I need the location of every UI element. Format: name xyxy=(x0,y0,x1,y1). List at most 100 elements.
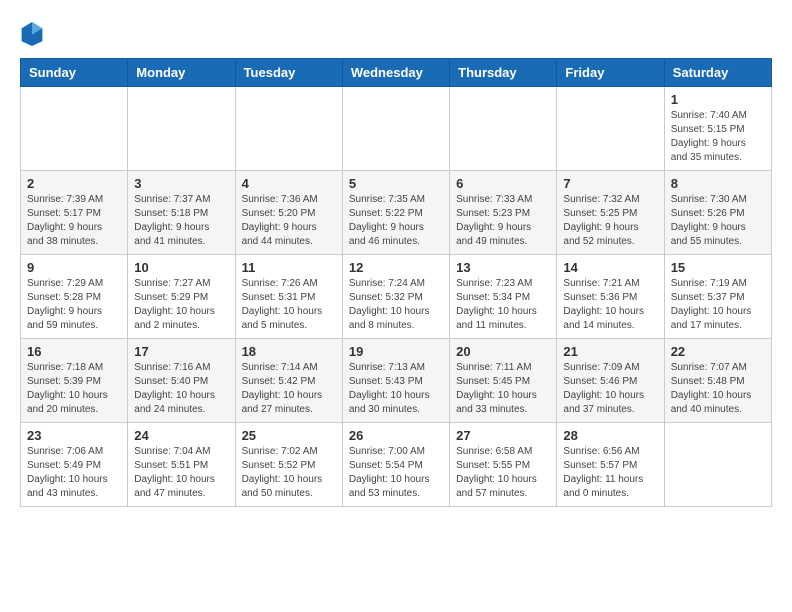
header-day-thursday: Thursday xyxy=(450,59,557,87)
day-info: Sunrise: 6:56 AM Sunset: 5:57 PM Dayligh… xyxy=(563,445,657,501)
day-info: Sunrise: 7:13 AM Sunset: 5:43 PM Dayligh… xyxy=(349,361,443,417)
day-cell: 22 Sunrise: 7:07 AM Sunset: 5:48 PM Dayli… xyxy=(664,339,771,423)
day-number: 3 xyxy=(134,176,228,191)
header-day-tuesday: Tuesday xyxy=(235,59,342,87)
day-number: 9 xyxy=(27,260,121,275)
day-number: 24 xyxy=(134,428,228,443)
day-cell: 5 Sunrise: 7:35 AM Sunset: 5:22 PM Daylig… xyxy=(342,171,449,255)
day-cell: 3 Sunrise: 7:37 AM Sunset: 5:18 PM Daylig… xyxy=(128,171,235,255)
day-info: Sunrise: 7:00 AM Sunset: 5:54 PM Dayligh… xyxy=(349,445,443,501)
day-cell: 2 Sunrise: 7:39 AM Sunset: 5:17 PM Daylig… xyxy=(21,171,128,255)
day-number: 13 xyxy=(456,260,550,275)
day-info: Sunrise: 7:18 AM Sunset: 5:39 PM Dayligh… xyxy=(27,361,121,417)
day-cell xyxy=(342,87,449,171)
day-number: 7 xyxy=(563,176,657,191)
day-info: Sunrise: 7:26 AM Sunset: 5:31 PM Dayligh… xyxy=(242,277,336,333)
day-number: 16 xyxy=(27,344,121,359)
day-cell: 13 Sunrise: 7:23 AM Sunset: 5:34 PM Dayli… xyxy=(450,255,557,339)
day-number: 6 xyxy=(456,176,550,191)
day-number: 25 xyxy=(242,428,336,443)
day-number: 23 xyxy=(27,428,121,443)
day-info: Sunrise: 7:07 AM Sunset: 5:48 PM Dayligh… xyxy=(671,361,765,417)
day-info: Sunrise: 7:19 AM Sunset: 5:37 PM Dayligh… xyxy=(671,277,765,333)
logo xyxy=(20,20,48,48)
day-cell: 8 Sunrise: 7:30 AM Sunset: 5:26 PM Daylig… xyxy=(664,171,771,255)
day-cell xyxy=(128,87,235,171)
day-cell: 18 Sunrise: 7:14 AM Sunset: 5:42 PM Dayli… xyxy=(235,339,342,423)
day-cell: 20 Sunrise: 7:11 AM Sunset: 5:45 PM Dayli… xyxy=(450,339,557,423)
day-cell: 16 Sunrise: 7:18 AM Sunset: 5:39 PM Dayli… xyxy=(21,339,128,423)
day-number: 1 xyxy=(671,92,765,107)
day-number: 2 xyxy=(27,176,121,191)
day-number: 21 xyxy=(563,344,657,359)
day-number: 18 xyxy=(242,344,336,359)
day-cell xyxy=(664,423,771,507)
day-info: Sunrise: 7:30 AM Sunset: 5:26 PM Dayligh… xyxy=(671,193,765,249)
header-day-sunday: Sunday xyxy=(21,59,128,87)
header-day-saturday: Saturday xyxy=(664,59,771,87)
day-cell: 10 Sunrise: 7:27 AM Sunset: 5:29 PM Dayli… xyxy=(128,255,235,339)
day-cell: 17 Sunrise: 7:16 AM Sunset: 5:40 PM Dayli… xyxy=(128,339,235,423)
day-cell: 24 Sunrise: 7:04 AM Sunset: 5:51 PM Dayli… xyxy=(128,423,235,507)
day-info: Sunrise: 7:33 AM Sunset: 5:23 PM Dayligh… xyxy=(456,193,550,249)
week-row-4: 23 Sunrise: 7:06 AM Sunset: 5:49 PM Dayli… xyxy=(21,423,772,507)
day-info: Sunrise: 7:32 AM Sunset: 5:25 PM Dayligh… xyxy=(563,193,657,249)
day-cell: 21 Sunrise: 7:09 AM Sunset: 5:46 PM Dayli… xyxy=(557,339,664,423)
day-cell xyxy=(235,87,342,171)
day-number: 8 xyxy=(671,176,765,191)
header-day-friday: Friday xyxy=(557,59,664,87)
day-number: 17 xyxy=(134,344,228,359)
day-cell: 12 Sunrise: 7:24 AM Sunset: 5:32 PM Dayli… xyxy=(342,255,449,339)
day-cell: 19 Sunrise: 7:13 AM Sunset: 5:43 PM Dayli… xyxy=(342,339,449,423)
day-cell: 9 Sunrise: 7:29 AM Sunset: 5:28 PM Daylig… xyxy=(21,255,128,339)
logo-icon xyxy=(20,20,44,48)
week-row-0: 1 Sunrise: 7:40 AM Sunset: 5:15 PM Daylig… xyxy=(21,87,772,171)
day-info: Sunrise: 7:40 AM Sunset: 5:15 PM Dayligh… xyxy=(671,109,765,165)
day-cell xyxy=(21,87,128,171)
day-cell xyxy=(557,87,664,171)
day-cell: 25 Sunrise: 7:02 AM Sunset: 5:52 PM Dayli… xyxy=(235,423,342,507)
day-info: Sunrise: 7:02 AM Sunset: 5:52 PM Dayligh… xyxy=(242,445,336,501)
week-row-1: 2 Sunrise: 7:39 AM Sunset: 5:17 PM Daylig… xyxy=(21,171,772,255)
day-number: 19 xyxy=(349,344,443,359)
day-number: 22 xyxy=(671,344,765,359)
day-info: Sunrise: 7:06 AM Sunset: 5:49 PM Dayligh… xyxy=(27,445,121,501)
header-day-monday: Monday xyxy=(128,59,235,87)
day-cell: 7 Sunrise: 7:32 AM Sunset: 5:25 PM Daylig… xyxy=(557,171,664,255)
day-cell: 11Sunrise: 7:26 AM Sunset: 5:31 PM Dayli… xyxy=(235,255,342,339)
day-number: 28 xyxy=(563,428,657,443)
header-row: SundayMondayTuesdayWednesdayThursdayFrid… xyxy=(21,59,772,87)
day-info: Sunrise: 7:29 AM Sunset: 5:28 PM Dayligh… xyxy=(27,277,121,333)
day-info: Sunrise: 7:11 AM Sunset: 5:45 PM Dayligh… xyxy=(456,361,550,417)
day-cell: 26 Sunrise: 7:00 AM Sunset: 5:54 PM Dayli… xyxy=(342,423,449,507)
week-row-2: 9 Sunrise: 7:29 AM Sunset: 5:28 PM Daylig… xyxy=(21,255,772,339)
day-number: 12 xyxy=(349,260,443,275)
day-info: Sunrise: 7:09 AM Sunset: 5:46 PM Dayligh… xyxy=(563,361,657,417)
day-info: Sunrise: 7:27 AM Sunset: 5:29 PM Dayligh… xyxy=(134,277,228,333)
page-header xyxy=(20,20,772,48)
day-cell: 28 Sunrise: 6:56 AM Sunset: 5:57 PM Dayli… xyxy=(557,423,664,507)
day-info: Sunrise: 7:37 AM Sunset: 5:18 PM Dayligh… xyxy=(134,193,228,249)
day-number: 14 xyxy=(563,260,657,275)
day-cell: 1 Sunrise: 7:40 AM Sunset: 5:15 PM Daylig… xyxy=(664,87,771,171)
day-number: 20 xyxy=(456,344,550,359)
day-number: 15 xyxy=(671,260,765,275)
day-number: 26 xyxy=(349,428,443,443)
calendar-body: 1 Sunrise: 7:40 AM Sunset: 5:15 PM Daylig… xyxy=(21,87,772,507)
day-info: Sunrise: 7:23 AM Sunset: 5:34 PM Dayligh… xyxy=(456,277,550,333)
day-info: Sunrise: 7:14 AM Sunset: 5:42 PM Dayligh… xyxy=(242,361,336,417)
day-info: Sunrise: 6:58 AM Sunset: 5:55 PM Dayligh… xyxy=(456,445,550,501)
header-day-wednesday: Wednesday xyxy=(342,59,449,87)
day-info: Sunrise: 7:35 AM Sunset: 5:22 PM Dayligh… xyxy=(349,193,443,249)
day-number: 10 xyxy=(134,260,228,275)
calendar-table: SundayMondayTuesdayWednesdayThursdayFrid… xyxy=(20,58,772,507)
day-info: Sunrise: 7:39 AM Sunset: 5:17 PM Dayligh… xyxy=(27,193,121,249)
day-info: Sunrise: 7:24 AM Sunset: 5:32 PM Dayligh… xyxy=(349,277,443,333)
day-info: Sunrise: 7:04 AM Sunset: 5:51 PM Dayligh… xyxy=(134,445,228,501)
day-cell xyxy=(450,87,557,171)
day-number: 5 xyxy=(349,176,443,191)
week-row-3: 16 Sunrise: 7:18 AM Sunset: 5:39 PM Dayli… xyxy=(21,339,772,423)
day-number: 27 xyxy=(456,428,550,443)
day-cell: 27 Sunrise: 6:58 AM Sunset: 5:55 PM Dayli… xyxy=(450,423,557,507)
day-info: Sunrise: 7:16 AM Sunset: 5:40 PM Dayligh… xyxy=(134,361,228,417)
